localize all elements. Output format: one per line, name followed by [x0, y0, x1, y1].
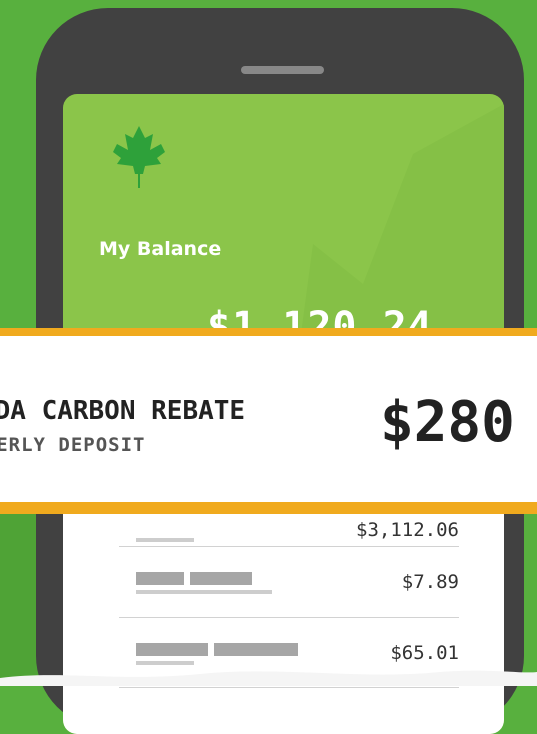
rebate-banner-card: CANADA CARBON REBATE QUARTERLY DEPOSIT $…: [0, 336, 537, 502]
rebate-amount: $280: [380, 390, 515, 455]
rebate-title: CANADA CARBON REBATE: [0, 396, 246, 426]
rebate-banner: CANADA CARBON REBATE QUARTERLY DEPOSIT $…: [0, 328, 537, 514]
maple-leaf-icon: [113, 126, 165, 188]
transaction-list: $3,112.06 $7.89 $65.01: [63, 494, 504, 734]
transaction-amount: $7.89: [401, 571, 459, 593]
rebate-subtitle: QUARTERLY DEPOSIT: [0, 434, 146, 456]
balance-label: My Balance: [99, 238, 222, 260]
phone-speaker: [241, 66, 324, 74]
transaction-amount: $3,112.06: [356, 519, 459, 541]
torn-paper-edge: [0, 670, 537, 686]
transaction-row[interactable]: $7.89: [119, 546, 459, 620]
divider: [119, 687, 459, 688]
